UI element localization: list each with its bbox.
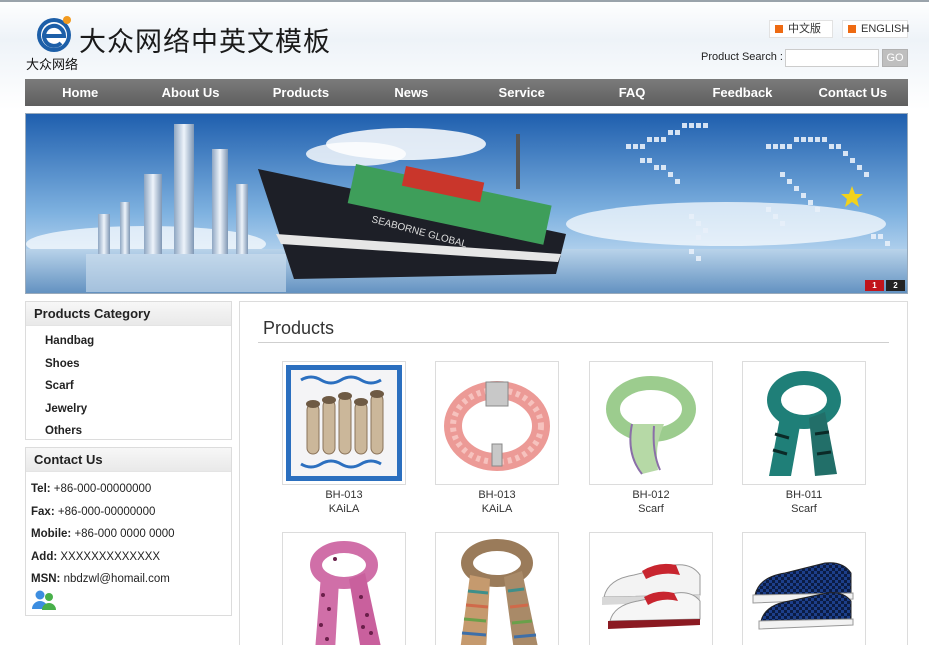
contact-heading: Contact Us	[26, 448, 231, 472]
lang-chinese-link[interactable]: 中文版	[769, 20, 833, 38]
slide-dot-2[interactable]: 2	[886, 280, 905, 291]
product-image-red-white-shoe[interactable]	[589, 532, 713, 645]
product-card[interactable]	[742, 532, 866, 645]
product-card[interactable]: BH-012 Scarf	[589, 361, 713, 516]
product-image-pink-dot-scarf[interactable]	[282, 532, 406, 645]
product-image-mushroom-plate[interactable]	[282, 361, 406, 485]
product-name[interactable]: Scarf	[742, 502, 866, 516]
lang-english-link[interactable]: ENGLISH	[842, 20, 909, 38]
nav-about-us[interactable]: About Us	[135, 79, 245, 106]
contact-address: Add: XXXXXXXXXXXXX	[31, 546, 231, 569]
slide-indicator: 1 2	[865, 280, 905, 291]
product-code[interactable]: BH-011	[742, 488, 866, 502]
product-image-green-scarf[interactable]	[589, 361, 713, 485]
category-list: Handbag Shoes Scarf Jewelry Others	[26, 326, 231, 443]
nav-service[interactable]: Service	[467, 79, 577, 106]
category-handbag[interactable]: Handbag	[45, 330, 231, 353]
product-image-striped-scarf[interactable]	[435, 532, 559, 645]
nav-feedback[interactable]: Feedback	[687, 79, 797, 106]
products-category-box: Products Category Handbag Shoes Scarf Je…	[25, 301, 232, 440]
nav-news[interactable]: News	[356, 79, 466, 106]
category-heading: Products Category	[26, 302, 231, 326]
hero-banner[interactable]: SEABORNE GLOBAL 1 2	[25, 113, 908, 294]
site-logo[interactable]: 大众网络 大众网络中英文模板	[26, 10, 346, 74]
product-code[interactable]: BH-013	[435, 488, 559, 502]
contact-tel: Tel: +86-000-00000000	[31, 478, 231, 501]
tel-value: +86-000-00000000	[50, 483, 152, 495]
products-panel: Products BH-013 KAiLA BH-013 KAiLA BH-01…	[239, 301, 908, 645]
fax-value: +86-000-00000000	[54, 505, 156, 518]
slide-dot-1[interactable]: 1	[865, 280, 884, 291]
product-search-input[interactable]	[785, 49, 879, 67]
product-card[interactable]: BH-011 Scarf	[742, 361, 866, 516]
tel-label: Tel:	[31, 483, 51, 495]
contact-fax: Fax: +86-000-00000000	[31, 501, 231, 524]
site-title: 大众网络中英文模板	[79, 27, 331, 58]
contact-us-box: Contact Us Tel: +86-000-00000000 Fax: +8…	[25, 447, 232, 616]
product-card[interactable]: BH-013 KAiLA	[282, 361, 406, 516]
title-divider	[258, 342, 889, 343]
product-card[interactable]: BH-013 KAiLA	[435, 361, 559, 516]
category-shoes[interactable]: Shoes	[45, 353, 231, 376]
address-label: Add:	[31, 550, 58, 563]
logo-e-icon	[37, 16, 71, 52]
products-title: Products	[263, 318, 335, 338]
search-label: Product Search :	[701, 51, 783, 63]
search-go-button[interactable]: GO	[882, 49, 908, 67]
product-name[interactable]: Scarf	[589, 502, 713, 516]
nav-products[interactable]: Products	[246, 79, 356, 106]
category-jewelry[interactable]: Jewelry	[45, 398, 231, 421]
msn-buddy-icon[interactable]	[31, 589, 57, 611]
logo-small-text: 大众网络	[26, 58, 79, 73]
msn-value: nbdzwl@homail.com	[60, 573, 170, 585]
category-scarf[interactable]: Scarf	[45, 375, 231, 398]
address-value: XXXXXXXXXXXXX	[57, 550, 161, 563]
nav-home[interactable]: Home	[25, 79, 135, 106]
main-nav: Home About Us Products News Service FAQ …	[25, 79, 908, 106]
msn-label: MSN:	[31, 573, 61, 585]
mobile-label: Mobile:	[31, 528, 72, 540]
banner-image: SEABORNE GLOBAL	[26, 114, 907, 293]
product-card[interactable]	[435, 532, 559, 645]
mobile-value: +86-000 0000 0000	[71, 528, 175, 540]
nav-contact-us[interactable]: Contact Us	[798, 79, 908, 106]
product-code[interactable]: BH-013	[282, 488, 406, 502]
category-others[interactable]: Others	[45, 420, 231, 443]
product-name[interactable]: KAiLA	[282, 502, 406, 516]
product-image-pink-bracelet[interactable]	[435, 361, 559, 485]
product-name[interactable]: KAiLA	[435, 502, 559, 516]
product-image-blue-check-shoe[interactable]	[742, 532, 866, 645]
product-card[interactable]	[282, 532, 406, 645]
nav-faq[interactable]: FAQ	[577, 79, 687, 106]
contact-list: Tel: +86-000-00000000 Fax: +86-000-00000…	[26, 472, 231, 591]
contact-msn: MSN: nbdzwl@homail.com	[31, 568, 231, 591]
product-card[interactable]	[589, 532, 713, 645]
product-code[interactable]: BH-012	[589, 488, 713, 502]
fax-label: Fax:	[31, 505, 55, 518]
contact-mobile: Mobile: +86-000 0000 0000	[31, 523, 231, 546]
product-image-teal-scarf[interactable]	[742, 361, 866, 485]
